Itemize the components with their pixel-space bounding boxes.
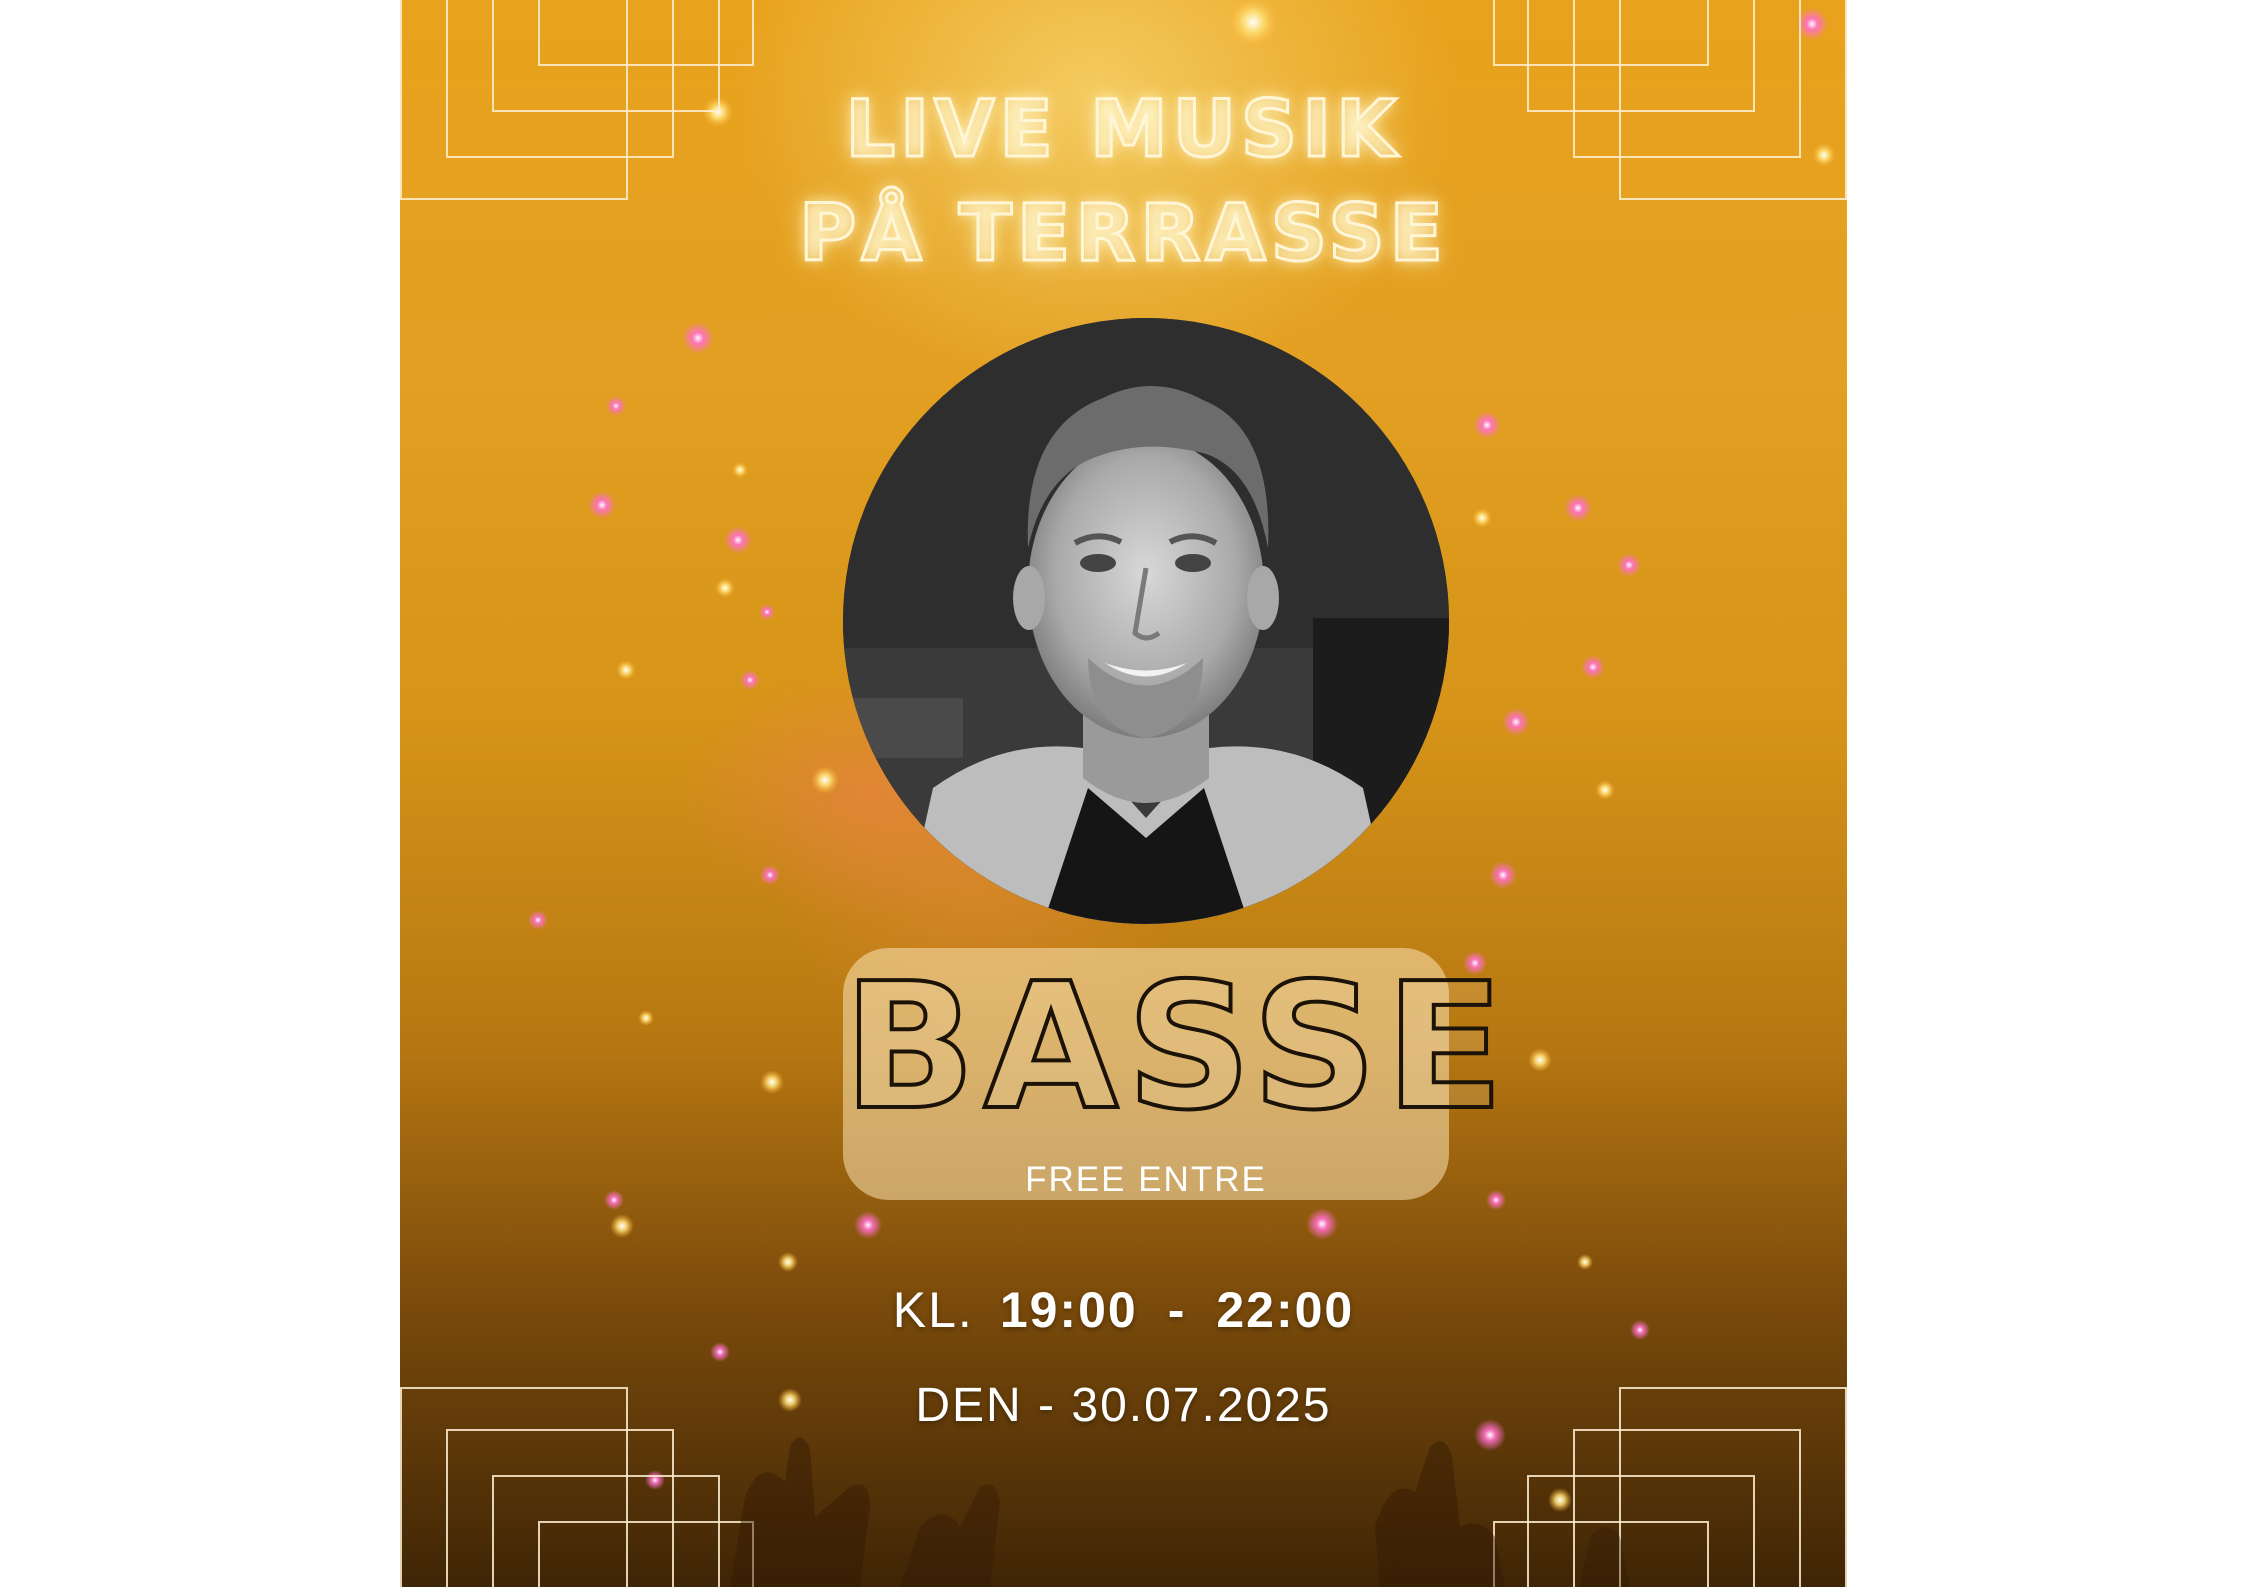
event-date: DEN - 30.07.2025 xyxy=(915,1379,1332,1432)
sparkle xyxy=(1473,411,1501,439)
time-prefix: KL. xyxy=(892,1282,974,1338)
sparkle xyxy=(778,1252,798,1272)
sparkle xyxy=(606,396,626,416)
sparkle xyxy=(724,526,752,554)
artist-name-panel: BASSE FREE ENTRE xyxy=(841,946,1512,1200)
sparkle xyxy=(759,604,775,620)
sparkle xyxy=(1502,708,1530,736)
event-poster: LIVE MUSIK PÅ TERRASSE BASSE FREE ENTRE … xyxy=(400,0,1847,1587)
sparkle xyxy=(638,1010,654,1026)
title-line-1: LIVE MUSIK xyxy=(844,84,1402,177)
sparkle xyxy=(528,910,548,930)
sparkle xyxy=(715,578,735,598)
time-separator: - xyxy=(1167,1282,1187,1338)
sparkle xyxy=(1577,1254,1593,1270)
time-end: 22:00 xyxy=(1216,1282,1355,1338)
sparkle xyxy=(740,670,760,690)
sparkle xyxy=(1486,1190,1506,1210)
sparkle xyxy=(1564,494,1592,522)
sparkle xyxy=(682,322,714,354)
artist-portrait-illustration xyxy=(843,318,1449,924)
time-start: 19:00 xyxy=(999,1282,1138,1338)
sparkle xyxy=(1617,553,1641,577)
sparkle xyxy=(854,1211,882,1239)
sparkle xyxy=(1472,508,1492,528)
sparkle xyxy=(604,1190,624,1210)
title-line-2: PÅ TERRASSE xyxy=(798,188,1448,281)
sparkle xyxy=(610,1214,634,1238)
sparkle xyxy=(710,1342,730,1362)
sparkle xyxy=(1227,0,1279,48)
event-time: KL. 19:00-22:00 xyxy=(400,1280,1847,1340)
sparkle xyxy=(1489,861,1517,889)
sparkle xyxy=(1595,780,1615,800)
sparkle xyxy=(1306,1208,1338,1240)
sparkle xyxy=(811,766,839,794)
sparkle xyxy=(1528,1048,1552,1072)
sparkle xyxy=(760,865,780,885)
artist-name: BASSE xyxy=(841,946,1512,1150)
event-title: LIVE MUSIK PÅ TERRASSE xyxy=(400,78,1847,286)
sparkle xyxy=(616,660,636,680)
sparkle xyxy=(732,462,748,478)
sparkle xyxy=(1581,655,1605,679)
artist-photo xyxy=(843,318,1449,924)
sparkle xyxy=(760,1070,784,1094)
sparkle xyxy=(588,491,616,519)
entry-note: FREE ENTRE xyxy=(1025,1160,1267,1199)
